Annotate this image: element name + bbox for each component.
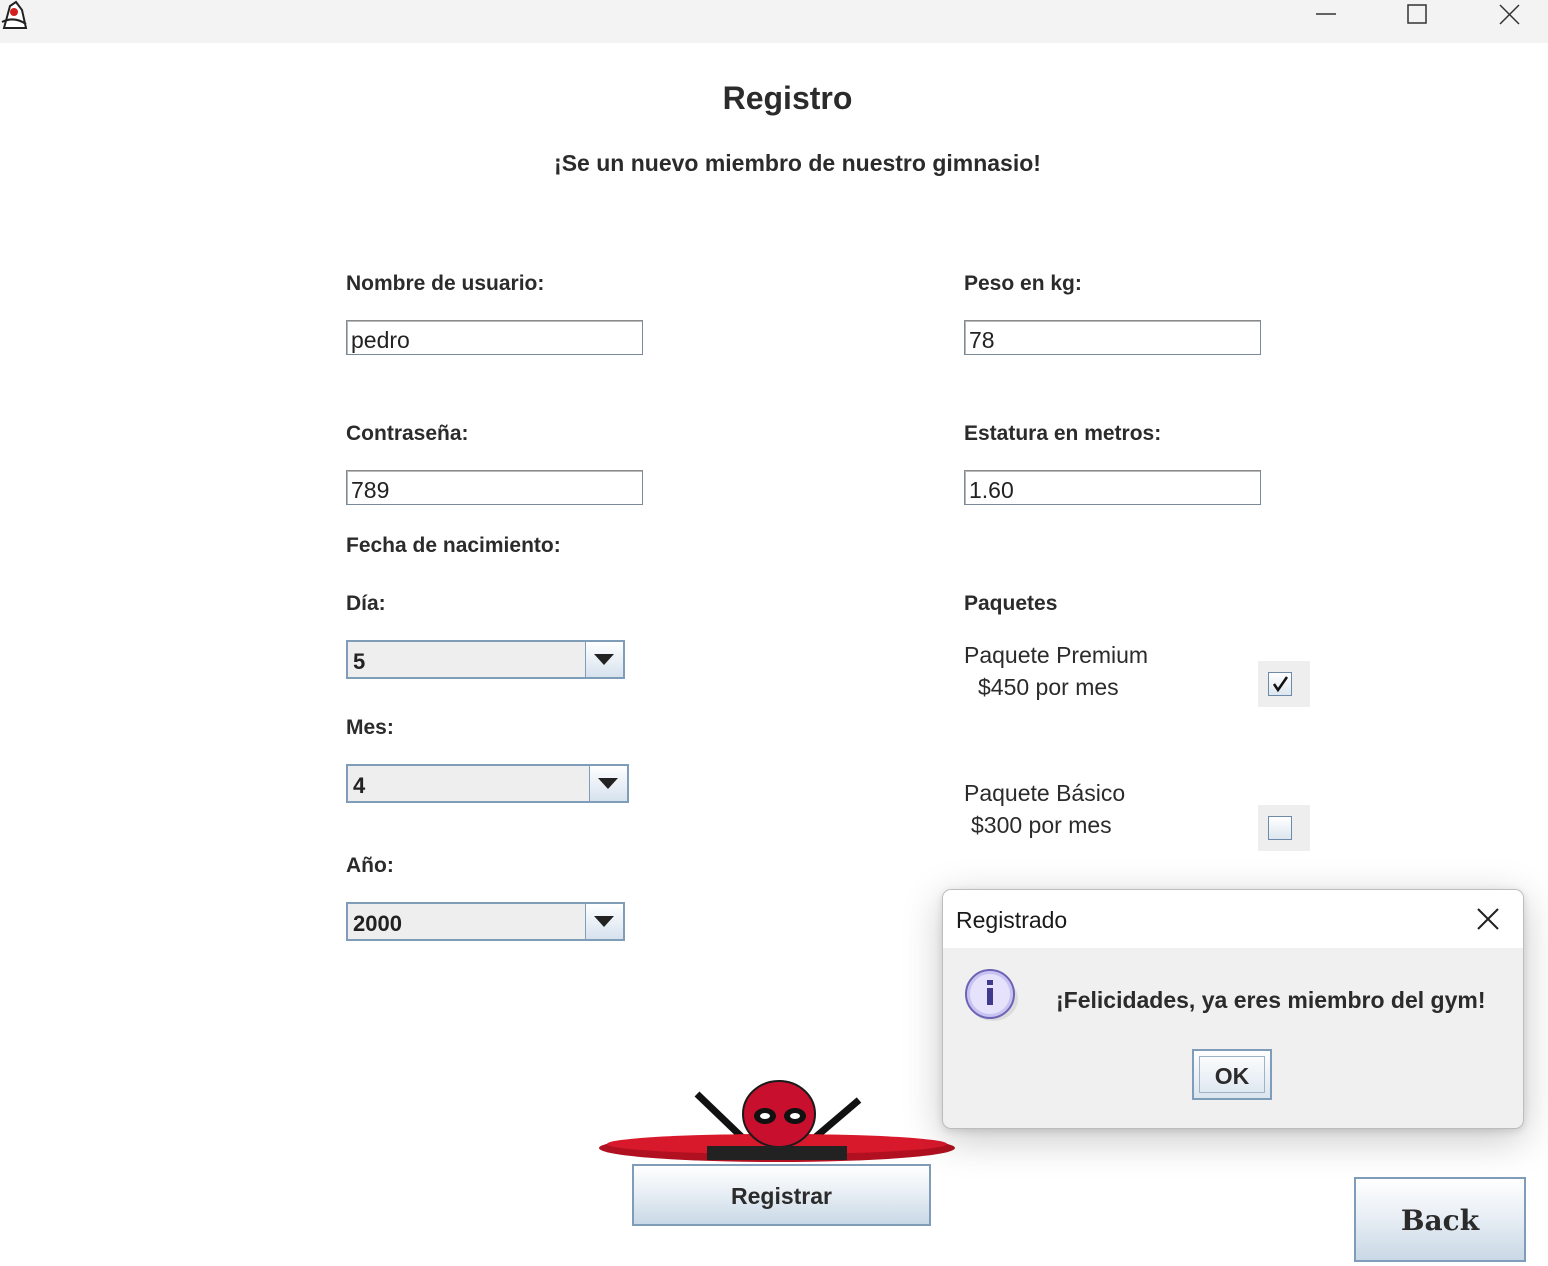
ok-button-label: OK [1199, 1056, 1265, 1093]
height-field[interactable]: 1.60 [964, 470, 1261, 505]
username-field[interactable]: pedro [346, 320, 643, 355]
month-value: 4 [353, 773, 366, 798]
day-value: 5 [353, 649, 366, 674]
weight-value: 78 [969, 327, 995, 353]
deadpool-mascot-image [597, 1076, 957, 1166]
year-select[interactable]: 2000 [346, 902, 625, 941]
checkmark-icon [1272, 676, 1289, 693]
password-value: 789 [351, 477, 390, 503]
maximize-icon[interactable] [1387, 0, 1447, 30]
premium-package-checkbox[interactable] [1258, 661, 1310, 707]
premium-package-price: $450 por mes [978, 674, 1119, 700]
height-value: 1.60 [969, 477, 1014, 503]
window-titlebar [0, 0, 1548, 43]
dialog-title: Registrado [956, 907, 1068, 933]
basic-package-checkbox[interactable] [1258, 805, 1310, 851]
dialog-message: ¡Felicidades, ya eres miembro del gym! [1056, 987, 1486, 1013]
packages-label: Paquetes [964, 592, 1058, 615]
height-label: Estatura en metros: [964, 422, 1162, 445]
year-label: Año: [346, 854, 394, 877]
dialog-titlebar: Registrado [943, 890, 1523, 948]
weight-field[interactable]: 78 [964, 320, 1261, 355]
ok-button[interactable]: OK [1192, 1049, 1272, 1100]
minimize-icon[interactable] [1296, 0, 1356, 30]
year-value: 2000 [353, 911, 402, 936]
birthdate-label: Fecha de nacimiento: [346, 534, 561, 557]
page-title: Registro [722, 80, 853, 116]
chevron-down-icon[interactable] [589, 766, 627, 801]
day-select[interactable]: 5 [346, 640, 625, 679]
register-button[interactable]: Registrar [632, 1164, 931, 1226]
password-field[interactable]: 789 [346, 470, 643, 505]
month-label: Mes: [346, 716, 394, 739]
password-label: Contraseña: [346, 422, 469, 445]
chevron-down-icon[interactable] [585, 642, 623, 677]
java-duke-icon [0, 0, 28, 30]
chevron-down-icon[interactable] [585, 904, 623, 939]
basic-package-price: $300 por mes [971, 812, 1112, 838]
close-icon[interactable] [1471, 902, 1505, 936]
back-button[interactable]: Back [1354, 1177, 1526, 1262]
premium-package-name: Paquete Premium [964, 642, 1149, 668]
username-value: pedro [351, 327, 410, 353]
close-icon[interactable] [1480, 0, 1540, 30]
page-subtitle: ¡Se un nuevo miembro de nuestro gimnasio… [554, 150, 1041, 176]
registered-dialog: Registrado ¡Felicidades, ya eres miembro… [942, 889, 1524, 1129]
info-icon [963, 966, 1019, 1022]
username-label: Nombre de usuario: [346, 272, 545, 295]
day-label: Día: [346, 592, 386, 615]
basic-package-name: Paquete Básico [964, 780, 1126, 806]
month-select[interactable]: 4 [346, 764, 629, 803]
weight-label: Peso en kg: [964, 272, 1082, 295]
